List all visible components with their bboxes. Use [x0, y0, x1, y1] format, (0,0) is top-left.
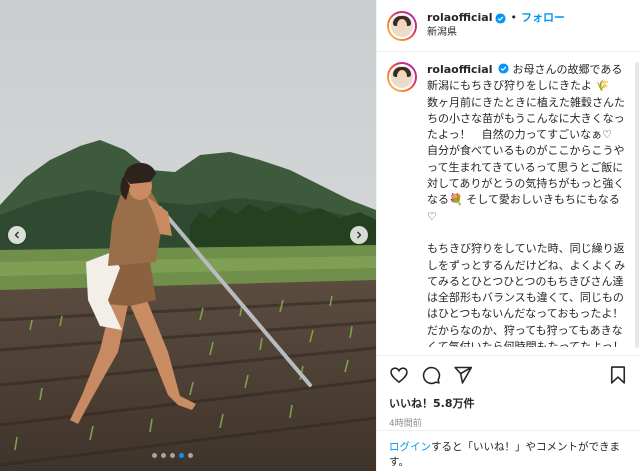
paper-plane-icon[interactable] — [453, 365, 473, 385]
bookmark-icon[interactable] — [608, 365, 628, 385]
login-link[interactable]: ログイン — [389, 441, 431, 453]
heart-icon[interactable] — [389, 365, 409, 385]
caption-username-link[interactable]: rolaofficial — [427, 63, 492, 76]
chevron-left-icon — [14, 231, 19, 239]
caption-block: rolaofficial お母さんの故郷である新潟にもちきび狩りをしにきたよ 🌾 … — [387, 62, 636, 347]
caption-avatar[interactable] — [387, 62, 417, 92]
caption-text: rolaofficial お母さんの故郷である新潟にもちきび狩りをしにきたよ 🌾 … — [427, 62, 627, 347]
profile-username-link[interactable]: rolaofficial — [427, 11, 492, 26]
post-timestamp[interactable]: 4時間前 — [389, 416, 628, 429]
carousel-dot — [161, 453, 166, 458]
next-photo-button[interactable] — [350, 226, 368, 244]
chevron-right-icon — [357, 231, 362, 239]
post-sidebar: rolaofficial • フォロー 新潟県 rolaofficial お母さん… — [376, 0, 640, 471]
verified-badge-icon — [495, 13, 507, 24]
verified-badge-icon — [498, 63, 510, 74]
carousel-dot — [188, 453, 193, 458]
carousel-indicator — [152, 453, 193, 458]
caption-body: お母さんの故郷である新潟にもちきび狩りをしにきたよ 🌾 数ヶ月前にきたときに植え… — [427, 63, 626, 347]
profile-avatar[interactable] — [387, 10, 417, 41]
login-prompt: ログインすると「いいね！」やコメントができます。 — [377, 430, 640, 471]
header-separator: • — [510, 11, 517, 25]
photo-scene — [0, 0, 376, 471]
previous-photo-button[interactable] — [8, 226, 26, 244]
comment-icon[interactable] — [421, 365, 441, 385]
carousel-dot — [152, 453, 157, 458]
post-actions: いいね！5.8万件 4時間前 — [377, 355, 640, 429]
follow-button[interactable]: フォロー — [521, 11, 565, 26]
likes-count[interactable]: いいね！5.8万件 — [389, 395, 628, 411]
post-photo[interactable] — [0, 0, 376, 471]
carousel-dot — [179, 453, 184, 458]
carousel-dot — [170, 453, 175, 458]
location-link[interactable]: 新潟県 — [427, 26, 565, 40]
post-header: rolaofficial • フォロー 新潟県 — [377, 0, 640, 52]
caption-scrollbar[interactable] — [635, 62, 639, 348]
